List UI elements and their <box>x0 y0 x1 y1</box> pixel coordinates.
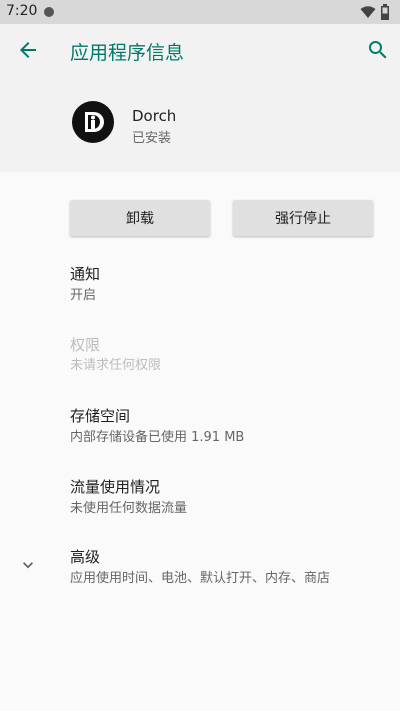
uninstall-button[interactable]: 卸载 <box>70 200 210 236</box>
status-time: 7:20 <box>6 3 38 19</box>
advanced-subtitle: 应用使用时间、电池、默认打开、内存、商店 <box>70 571 331 586</box>
data-usage-title: 流量使用情况 <box>70 478 161 496</box>
notifications-subtitle: 开启 <box>70 288 97 303</box>
notifications-title: 通知 <box>70 265 101 283</box>
sync-icon <box>44 7 54 17</box>
data-usage-subtitle: 未使用任何数据流量 <box>70 501 188 516</box>
back-arrow-icon[interactable] <box>16 38 40 62</box>
status-bar: 7:20 <box>0 0 400 24</box>
advanced-title: 高级 <box>70 548 101 566</box>
storage-subtitle: 内部存储设备已使用 1.91 MB <box>70 430 245 445</box>
force-stop-button[interactable]: 强行停止 <box>233 200 373 236</box>
dorch-logo-icon <box>72 101 114 143</box>
battery-icon <box>381 4 389 20</box>
permissions-title: 权限 <box>70 336 101 354</box>
storage-title: 存储空间 <box>70 407 131 425</box>
app-bar: 应用程序信息 <box>0 24 400 76</box>
chevron-down-icon[interactable] <box>18 555 38 575</box>
app-name: Dorch <box>132 107 177 125</box>
page-title: 应用程序信息 <box>70 42 185 64</box>
app-header <box>0 76 400 172</box>
permissions-subtitle: 未请求任何权限 <box>70 358 162 373</box>
wifi-icon <box>360 6 376 18</box>
app-install-status: 已安装 <box>132 131 172 146</box>
search-icon[interactable] <box>366 38 390 62</box>
